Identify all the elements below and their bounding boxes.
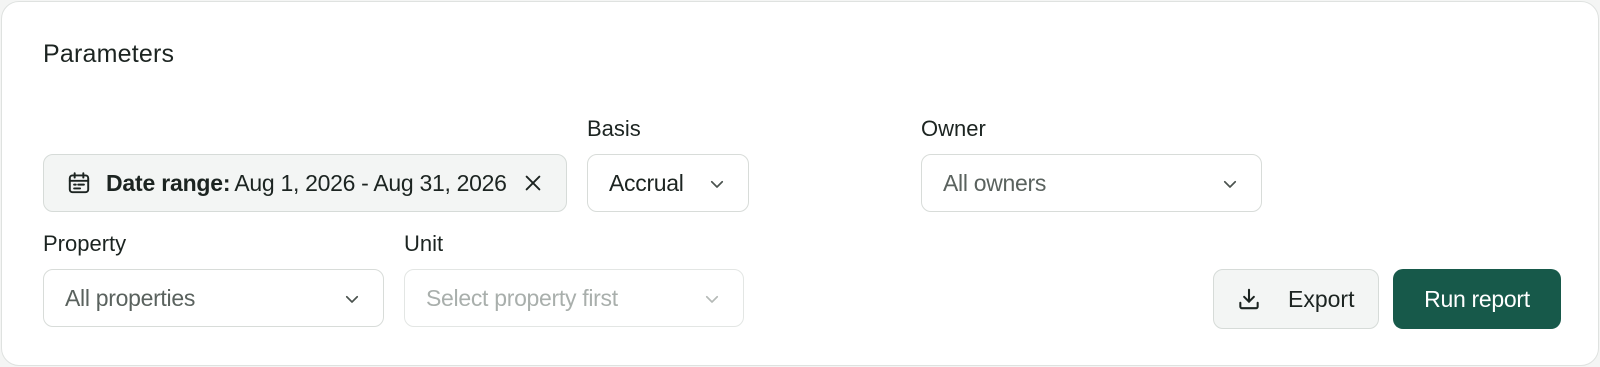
date-range-chip[interactable]: Date range: Aug 1, 2026 - Aug 31, 2026 bbox=[43, 154, 567, 212]
parameters-panel: Parameters Date range: Aug 1, 2026 - Aug… bbox=[1, 1, 1599, 366]
unit-placeholder: Select property first bbox=[426, 284, 618, 311]
export-label: Export bbox=[1288, 285, 1355, 312]
date-range-label: Date range: bbox=[106, 169, 231, 196]
property-label: Property bbox=[43, 231, 127, 256]
export-button[interactable]: Export bbox=[1213, 269, 1379, 329]
panel-title: Parameters bbox=[43, 40, 175, 68]
basis-value: Accrual bbox=[609, 169, 684, 196]
unit-select[interactable]: Select property first bbox=[404, 269, 744, 327]
chevron-down-icon bbox=[1221, 175, 1239, 193]
calendar-icon bbox=[66, 170, 92, 196]
chevron-down-icon bbox=[703, 290, 721, 308]
basis-label: Basis bbox=[587, 116, 641, 141]
property-select[interactable]: All properties bbox=[43, 269, 384, 327]
basis-select[interactable]: Accrual bbox=[587, 154, 749, 212]
owner-label: Owner bbox=[921, 116, 986, 141]
unit-label: Unit bbox=[404, 231, 444, 256]
owner-select[interactable]: All owners bbox=[921, 154, 1262, 212]
property-value: All properties bbox=[65, 284, 196, 311]
chevron-down-icon bbox=[343, 290, 361, 308]
run-report-button[interactable]: Run report bbox=[1393, 269, 1561, 329]
chevron-down-icon bbox=[708, 175, 726, 193]
download-icon bbox=[1236, 286, 1262, 312]
date-range-value: Aug 1, 2026 - Aug 31, 2026 bbox=[234, 169, 507, 196]
owner-value: All owners bbox=[943, 169, 1047, 196]
close-icon[interactable] bbox=[522, 172, 544, 194]
